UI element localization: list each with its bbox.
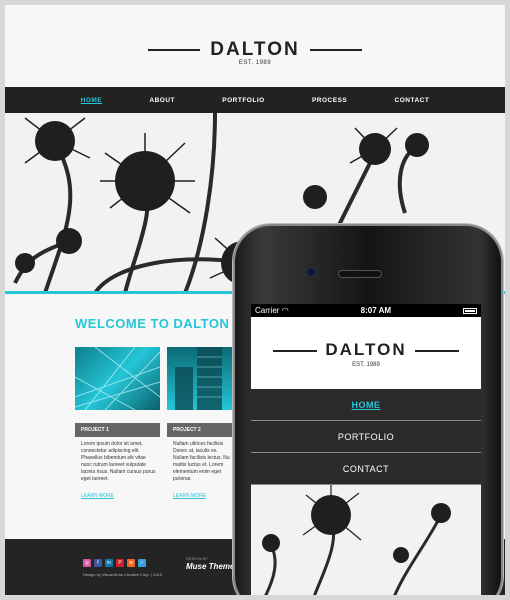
project-1-title: PROJECT 1 [75, 423, 160, 437]
project-2-desc: Nullam ultrices facilisis Donec at, iacu… [173, 441, 230, 482]
nav-contact[interactable]: CONTACT [395, 97, 430, 104]
status-time: 8:07 AM [360, 306, 392, 315]
project-1-image[interactable] [75, 347, 160, 410]
twitter-icon[interactable]: ✓ [138, 559, 146, 567]
dribbble-icon[interactable]: ◎ [83, 559, 91, 567]
mobile-hero-image [251, 485, 481, 595]
iphone-mockup: Carrier ◠ 8:07 AM DALTON EST. 1989 HOME … [233, 224, 503, 595]
wifi-icon: ◠ [281, 306, 289, 315]
social-icons: ◎ f in P ≋ ✓ [83, 559, 146, 567]
welcome-heading: WELCOME TO DALTON [75, 316, 230, 331]
mobile-nav-portfolio[interactable]: PORTFOLIO [251, 421, 481, 453]
mobile-logo[interactable]: DALTON [251, 340, 481, 360]
site-logo[interactable]: DALTON [5, 39, 505, 61]
mobile-nav-contact[interactable]: CONTACT [251, 453, 481, 485]
nav-process[interactable]: PROCESS [312, 97, 347, 104]
site-header: DALTON EST. 1989 [5, 5, 505, 85]
project-1-desc: Lorem ipsum dolor sit amet, consectetur … [81, 441, 156, 482]
muse-themes-logo[interactable]: Muse Themes [186, 562, 239, 571]
mobile-nav-home[interactable]: HOME [251, 389, 481, 421]
speaker-grill [338, 270, 382, 278]
camera-icon [306, 267, 316, 277]
facebook-icon[interactable]: f [94, 559, 102, 567]
mobile-header: DALTON EST. 1989 [251, 317, 481, 389]
linkedin-icon[interactable]: in [105, 559, 113, 567]
mobile-est: EST. 1989 [352, 362, 380, 368]
carrier-label: Carrier [255, 306, 280, 315]
design-by-label: DESIGN BY [186, 556, 208, 561]
phone-screen: Carrier ◠ 8:07 AM DALTON EST. 1989 HOME … [251, 304, 481, 595]
browser-frame: DALTON EST. 1989 HOME ABOUT PORTFOLIO PR… [0, 0, 510, 600]
nav-portfolio[interactable]: PORTFOLIO [222, 97, 264, 104]
rss-icon[interactable]: ≋ [127, 559, 135, 567]
nav-about[interactable]: ABOUT [149, 97, 175, 104]
site-est: EST. 1989 [238, 60, 272, 66]
status-bar: Carrier ◠ 8:07 AM [251, 304, 481, 317]
project-1-link[interactable]: LEARN MORE [81, 493, 114, 499]
footer-credit: Design by Visual Arms Creative Corp. | 2… [83, 572, 163, 577]
project-2-link[interactable]: LEARN MORE [173, 493, 206, 499]
nav-home[interactable]: HOME [81, 97, 103, 104]
main-nav: HOME ABOUT PORTFOLIO PROCESS CONTACT [5, 87, 505, 113]
mobile-thistle-image [262, 485, 451, 595]
mobile-nav: HOME PORTFOLIO CONTACT [251, 389, 481, 485]
battery-icon [463, 307, 477, 314]
pinterest-icon[interactable]: P [116, 559, 124, 567]
